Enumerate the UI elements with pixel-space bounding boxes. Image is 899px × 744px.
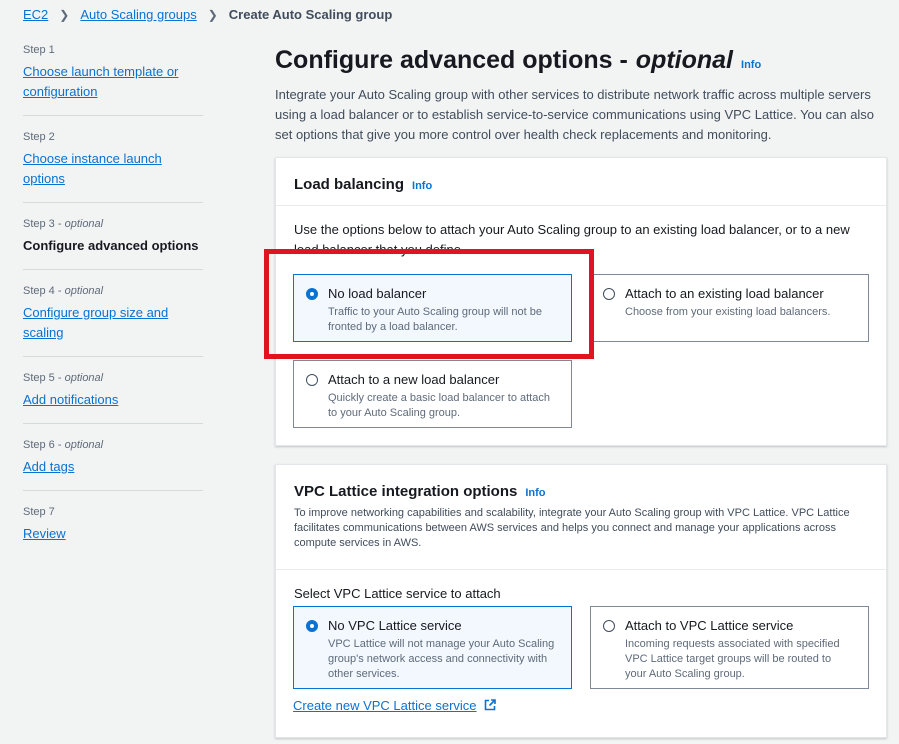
info-link[interactable]: Info bbox=[412, 180, 432, 192]
option-description: Choose from your existing load balancers… bbox=[625, 306, 831, 318]
option-title: No VPC Lattice service bbox=[328, 618, 462, 633]
wizard-step: Step 7 Review bbox=[23, 504, 203, 557]
breadcrumb-current: Create Auto Scaling group bbox=[228, 7, 393, 22]
panel-header: Load balancing Info bbox=[276, 158, 886, 206]
radio-selected-icon bbox=[306, 620, 318, 632]
info-link[interactable]: Info bbox=[525, 487, 545, 499]
info-link[interactable]: Info bbox=[741, 49, 761, 81]
step-number: Step 2 bbox=[23, 131, 55, 143]
radio-attach-new-load-balancer[interactable]: Attach to a new load balancer Quickly cr… bbox=[293, 360, 572, 428]
breadcrumb: EC2 ❯ Auto Scaling groups ❯ Create Auto … bbox=[23, 7, 392, 22]
step-number: Step 4 - optional bbox=[23, 285, 104, 297]
panel-header: VPC Lattice integration options Info To … bbox=[276, 465, 886, 570]
wizard-step: Step 4 - optional Configure group size a… bbox=[23, 283, 203, 357]
wizard-step: Step 1 Choose launch template or configu… bbox=[23, 42, 203, 116]
option-title: Attach to an existing load balancer bbox=[625, 286, 824, 301]
wizard-steps: Step 1 Choose launch template or configu… bbox=[23, 40, 203, 570]
step-link-instance-launch-options[interactable]: Choose instance launch options bbox=[23, 149, 203, 189]
breadcrumb-asg-link[interactable]: Auto Scaling groups bbox=[80, 7, 196, 22]
option-description: Incoming requests associated with specif… bbox=[625, 638, 840, 680]
radio-attach-vpc-lattice-service[interactable]: Attach to VPC Lattice service Incoming r… bbox=[590, 606, 869, 689]
step-number: Step 1 bbox=[23, 44, 55, 56]
page-description: Integrate your Auto Scaling group with o… bbox=[275, 87, 875, 142]
radio-unselected-icon bbox=[306, 374, 318, 386]
breadcrumb-ec2-link[interactable]: EC2 bbox=[23, 7, 48, 22]
panel-title: Load balancing Info bbox=[294, 176, 433, 193]
step-link-tags[interactable]: Add tags bbox=[23, 457, 203, 477]
option-title: Attach to VPC Lattice service bbox=[625, 618, 794, 633]
radio-no-vpc-lattice-service[interactable]: No VPC Lattice service VPC Lattice will … bbox=[293, 606, 572, 689]
page-title: Configure advanced options - optional Inf… bbox=[275, 44, 887, 81]
option-description: VPC Lattice will not manage your Auto Sc… bbox=[328, 638, 555, 680]
panel-body: Use the options below to attach your Aut… bbox=[276, 206, 886, 278]
step-link-launch-template[interactable]: Choose launch template or configuration bbox=[23, 62, 203, 102]
step-link-review[interactable]: Review bbox=[23, 524, 203, 544]
page-header: Configure advanced options - optional Inf… bbox=[275, 44, 887, 145]
panel-description: To improve networking capabilities and s… bbox=[294, 507, 850, 549]
step-number: Step 7 bbox=[23, 506, 55, 518]
radio-no-load-balancer[interactable]: No load balancer Traffic to your Auto Sc… bbox=[293, 274, 572, 342]
wizard-step: Step 3 - optional Configure advanced opt… bbox=[23, 216, 203, 270]
step-number: Step 6 - optional bbox=[23, 439, 104, 451]
external-link-icon bbox=[484, 699, 496, 711]
wizard-step: Step 6 - optional Add tags bbox=[23, 437, 203, 491]
option-title: No load balancer bbox=[328, 286, 427, 301]
create-vpc-lattice-service-link[interactable]: Create new VPC Lattice service bbox=[293, 698, 477, 713]
step-link-group-size[interactable]: Configure group size and scaling bbox=[23, 303, 203, 343]
step-number: Step 5 - optional bbox=[23, 372, 104, 384]
wizard-step: Step 5 - optional Add notifications bbox=[23, 370, 203, 424]
chevron-right-icon: ❯ bbox=[59, 7, 70, 22]
wizard-step: Step 2 Choose instance launch options bbox=[23, 129, 203, 203]
option-description: Traffic to your Auto Scaling group will … bbox=[328, 306, 543, 333]
step-current-advanced-options: Configure advanced options bbox=[23, 238, 199, 253]
radio-unselected-icon bbox=[603, 288, 615, 300]
chevron-right-icon: ❯ bbox=[207, 7, 218, 22]
select-label: Select VPC Lattice service to attach bbox=[294, 586, 501, 601]
step-link-notifications[interactable]: Add notifications bbox=[23, 390, 203, 410]
radio-unselected-icon bbox=[603, 620, 615, 632]
create-vpc-lattice-link-row: Create new VPC Lattice service bbox=[293, 697, 496, 715]
radio-attach-existing-load-balancer[interactable]: Attach to an existing load balancer Choo… bbox=[590, 274, 869, 342]
load-balancing-intro: Use the options below to attach your Aut… bbox=[294, 222, 850, 257]
option-title: Attach to a new load balancer bbox=[328, 372, 500, 387]
step-number: Step 3 - optional bbox=[23, 218, 104, 230]
panel-title: VPC Lattice integration options Info bbox=[294, 483, 546, 500]
option-description: Quickly create a basic load balancer to … bbox=[328, 392, 550, 419]
radio-selected-icon bbox=[306, 288, 318, 300]
